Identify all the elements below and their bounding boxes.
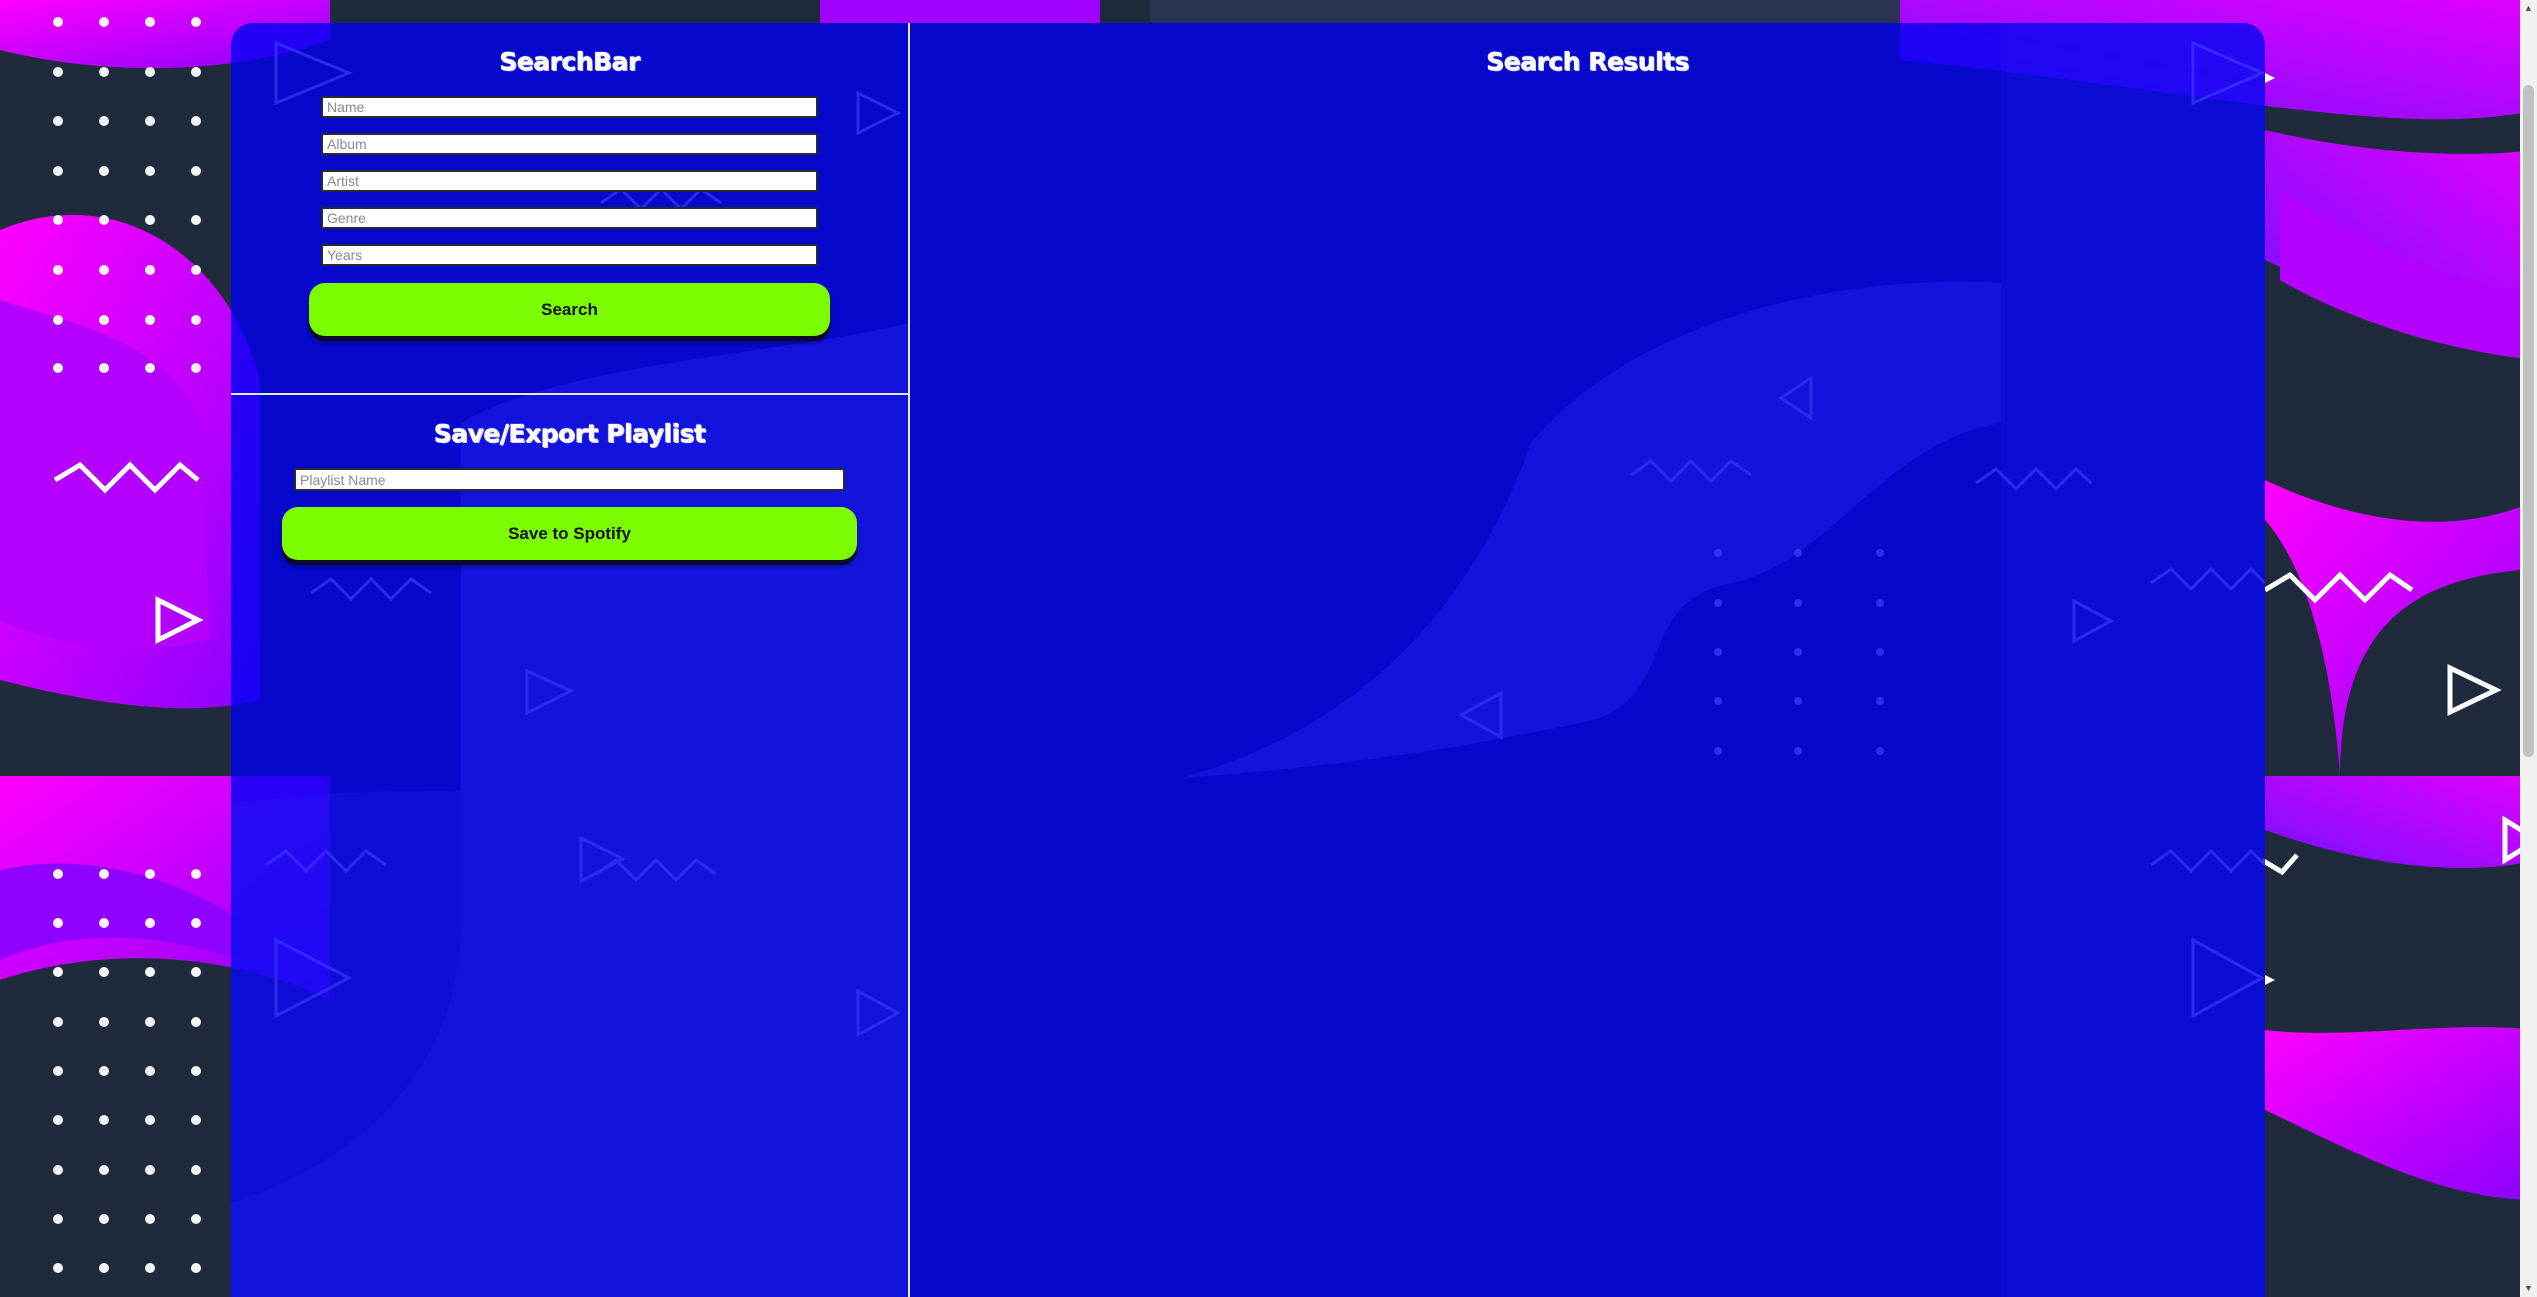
scroll-up-arrow-icon[interactable]: ▲	[2520, 0, 2537, 17]
artist-input[interactable]	[321, 170, 818, 192]
scroll-down-arrow-icon[interactable]: ▼	[2520, 1280, 2537, 1297]
save-to-spotify-button[interactable]: Save to Spotify	[282, 507, 857, 560]
section-divider	[231, 393, 910, 395]
playlist-title: Save/Export Playlist	[433, 419, 706, 448]
genre-input[interactable]	[321, 207, 818, 229]
search-button[interactable]: Search	[309, 283, 830, 336]
years-input[interactable]	[321, 244, 818, 266]
search-results-title: Search Results	[1486, 47, 1689, 76]
scroll-thumb[interactable]	[2523, 85, 2534, 757]
album-input[interactable]	[321, 133, 818, 155]
search-results-list	[910, 93, 2265, 1293]
page-scrollbar[interactable]: ▲ ▼	[2520, 0, 2537, 1297]
name-input[interactable]	[321, 96, 818, 118]
playlist-name-input[interactable]	[294, 468, 845, 491]
app-panel: SearchBar Search Save/Export Playlist Sa…	[231, 23, 2265, 1297]
searchbar-title: SearchBar	[499, 47, 640, 76]
